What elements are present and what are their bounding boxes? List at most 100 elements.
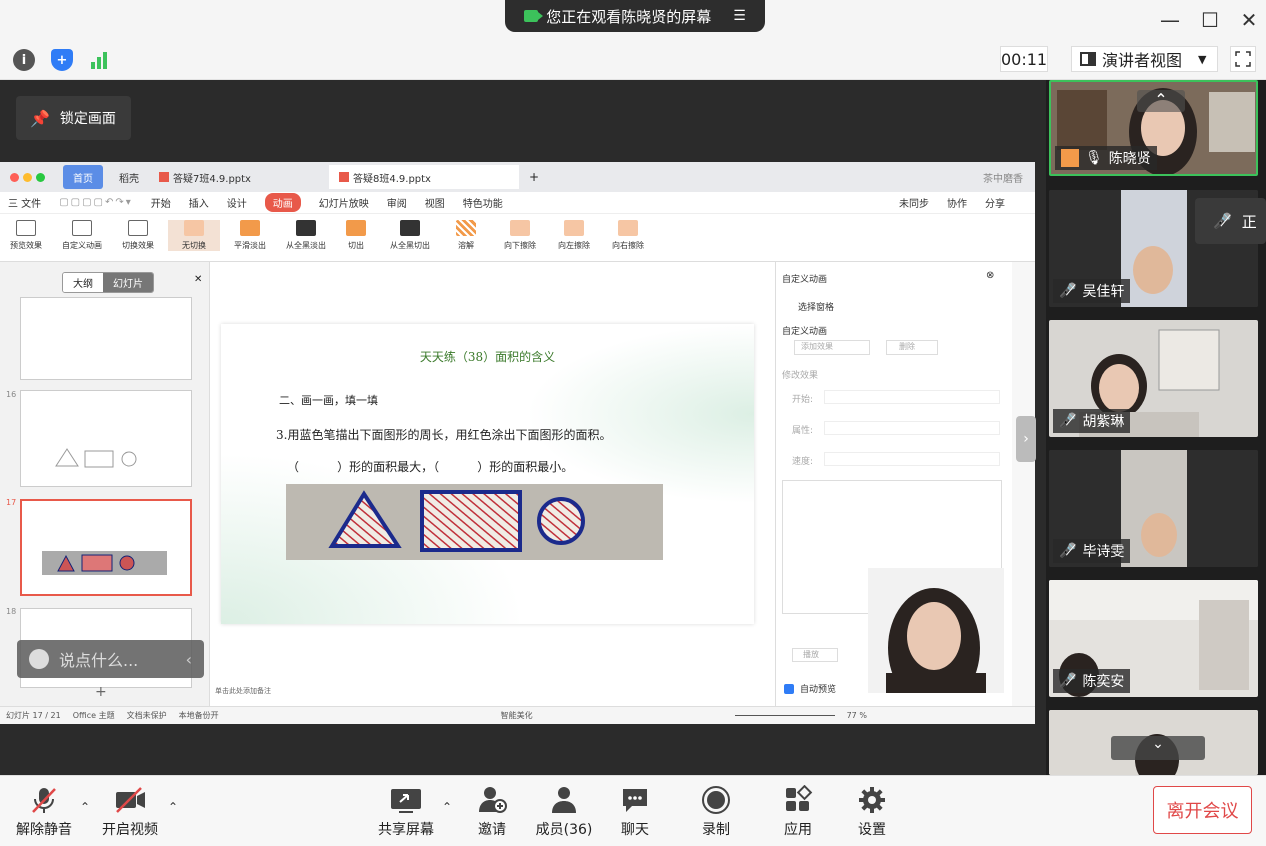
- participant-tile-partial[interactable]: ⌄: [1049, 710, 1258, 775]
- checkbox-icon: [784, 683, 794, 694]
- notes-hint[interactable]: 单击此处添加备注: [215, 686, 271, 696]
- ribbon-none-label: 无切换: [182, 241, 206, 250]
- close-pane-icon[interactable]: ⊗: [986, 270, 994, 281]
- ribbon-wipe-right[interactable]: 向右擦除: [602, 220, 654, 251]
- menu-features[interactable]: 特色功能: [463, 195, 503, 210]
- start-video-label: 开启视频: [102, 822, 158, 838]
- slide-canvas[interactable]: 天天练（38）面积的含义 二、画一画，填一填 3.用蓝色笔描出下面图形的周长，用…: [221, 324, 754, 624]
- menu-animation[interactable]: 动画: [264, 193, 301, 212]
- menu-share[interactable]: 分享: [985, 195, 1005, 210]
- participant-tile-presenter[interactable]: ⌃ 🎙 陈晓贤: [1049, 80, 1258, 176]
- ribbon-fade[interactable]: 平滑淡出: [224, 220, 276, 251]
- video-options-caret[interactable]: ⌃: [168, 800, 178, 814]
- record-icon: [694, 785, 738, 815]
- participant-tile[interactable]: 🎤̸ 胡紫琳: [1049, 320, 1258, 437]
- slide-thumbnail[interactable]: [20, 297, 192, 380]
- smart-beautify[interactable]: 智能美化: [501, 710, 533, 721]
- ribbon-wipe-left[interactable]: 向左擦除: [548, 220, 600, 251]
- backup-status[interactable]: 本地备份开: [179, 710, 219, 721]
- ribbon-custom-anim[interactable]: 自定义动画: [56, 220, 108, 251]
- fullscreen-icon[interactable]: [1230, 46, 1256, 72]
- ribbon-wipe-down[interactable]: 向下擦除: [494, 220, 546, 251]
- side-tool-icons[interactable]: [1012, 262, 1035, 706]
- info-icon[interactable]: i: [13, 49, 35, 71]
- share-screen-button[interactable]: 共享屏幕: [374, 785, 438, 839]
- tab-file-8[interactable]: 答疑8班4.9.pptx: [329, 165, 519, 189]
- modify-effect-label: 修改效果: [782, 371, 819, 381]
- toast-text: 正: [1241, 212, 1257, 231]
- signal-strength-icon[interactable]: [89, 50, 111, 70]
- doc-protect[interactable]: 文档未保护: [127, 710, 167, 721]
- chat-button[interactable]: 聊天: [613, 785, 657, 839]
- ribbon-cut[interactable]: 切出: [330, 220, 382, 251]
- slide-thumbnail-current[interactable]: [20, 499, 192, 596]
- record-button[interactable]: 录制: [694, 785, 738, 839]
- speed-select[interactable]: [824, 452, 1000, 466]
- leave-meeting-button[interactable]: 离开会议: [1153, 786, 1252, 834]
- menu-file[interactable]: 三 文件: [8, 195, 41, 210]
- share-options-caret[interactable]: ⌃: [442, 800, 452, 814]
- ribbon-fade-black[interactable]: 从全黑淡出: [280, 220, 332, 251]
- maximize-button[interactable]: ☐: [1196, 8, 1224, 32]
- unmute-button[interactable]: 解除静音: [14, 785, 74, 839]
- minimize-button[interactable]: —: [1156, 8, 1184, 32]
- traffic-lights[interactable]: [10, 172, 45, 182]
- menu-sync[interactable]: 未同步: [899, 195, 929, 210]
- tab-outline[interactable]: 大纲: [63, 273, 103, 292]
- participant-tile[interactable]: 🎤̸ 陈奕安: [1049, 580, 1258, 697]
- scroll-down-icon[interactable]: ⌄: [1111, 736, 1205, 760]
- play-button[interactable]: 播放: [792, 648, 838, 662]
- zoom-slider[interactable]: [734, 715, 835, 716]
- participant-tile[interactable]: 🎤̸ 毕诗雯: [1049, 450, 1258, 567]
- menu-review[interactable]: 审阅: [387, 195, 407, 210]
- slide-thumbnail[interactable]: [20, 390, 192, 487]
- add-slide-icon[interactable]: +: [95, 684, 107, 700]
- members-button[interactable]: 成员(36): [532, 785, 596, 839]
- menu-insert[interactable]: 插入: [189, 195, 209, 210]
- ribbon-cut-black[interactable]: 从全黑切出: [384, 220, 436, 251]
- mic-muted-icon: 🎤̸: [1059, 673, 1077, 689]
- gear-icon: [850, 785, 894, 815]
- menu-view[interactable]: 视图: [425, 195, 445, 210]
- tab-slides[interactable]: 幻灯片: [103, 273, 153, 292]
- new-tab-icon[interactable]: +: [529, 170, 539, 184]
- close-panel-icon[interactable]: ✕: [194, 274, 202, 285]
- comment-input[interactable]: 说点什么... ‹: [17, 640, 204, 678]
- settings-button[interactable]: 设置: [850, 785, 894, 839]
- apps-button[interactable]: 应用: [776, 785, 820, 839]
- collapse-icon[interactable]: ‹: [186, 650, 192, 669]
- collapse-pane-icon[interactable]: ›: [1016, 416, 1036, 462]
- tab-file-7[interactable]: 答疑7班4.9.pptx: [149, 165, 319, 189]
- mic-muted-icon: 🎤̸: [1059, 413, 1077, 429]
- ribbon-transition[interactable]: 切换效果: [112, 220, 164, 251]
- property-select[interactable]: [824, 421, 1000, 435]
- tab-docer[interactable]: 稻壳: [109, 165, 149, 189]
- emoji-icon[interactable]: [29, 649, 49, 669]
- ribbon-none[interactable]: 无切换: [168, 220, 220, 251]
- start-select[interactable]: [824, 390, 1000, 404]
- auto-preview-checkbox[interactable]: 自动预览: [784, 682, 836, 695]
- add-effect-button[interactable]: 添加效果: [794, 340, 870, 355]
- close-button[interactable]: ✕: [1235, 8, 1263, 32]
- lock-screen-button[interactable]: 📌 锁定画面: [16, 96, 131, 140]
- quick-access-icons[interactable]: ▢▢▢▢↶↷▾: [59, 197, 133, 208]
- mic-muted-icon: 🎤̸: [1059, 543, 1077, 559]
- menu-icon[interactable]: ☰: [733, 8, 746, 24]
- invite-button[interactable]: 邀请: [470, 785, 514, 839]
- menu-slideshow[interactable]: 幻灯片放映: [319, 195, 369, 210]
- view-mode-dropdown[interactable]: 演讲者视图 ▼: [1071, 46, 1218, 72]
- menu-design[interactable]: 设计: [227, 195, 247, 210]
- tab-home[interactable]: 首页: [63, 165, 103, 189]
- menu-collab[interactable]: 协作: [947, 195, 967, 210]
- ribbon-preview[interactable]: 预览效果: [0, 220, 52, 251]
- ribbon-dissolve[interactable]: 溶解: [440, 220, 492, 251]
- select-pane-link[interactable]: 选择窗格: [798, 300, 834, 313]
- start-video-button[interactable]: 开启视频: [100, 785, 160, 839]
- security-shield-icon[interactable]: +: [51, 49, 73, 71]
- menu-start[interactable]: 开始: [151, 195, 171, 210]
- delete-button[interactable]: 删除: [886, 340, 938, 355]
- screen-share-banner[interactable]: 您正在观看陈晓贤的屏幕 ☰: [505, 0, 765, 32]
- scroll-up-icon[interactable]: ⌃: [1137, 90, 1185, 112]
- slide-title: 天天练（38）面积的含义: [419, 350, 556, 364]
- audio-options-caret[interactable]: ⌃: [80, 800, 90, 814]
